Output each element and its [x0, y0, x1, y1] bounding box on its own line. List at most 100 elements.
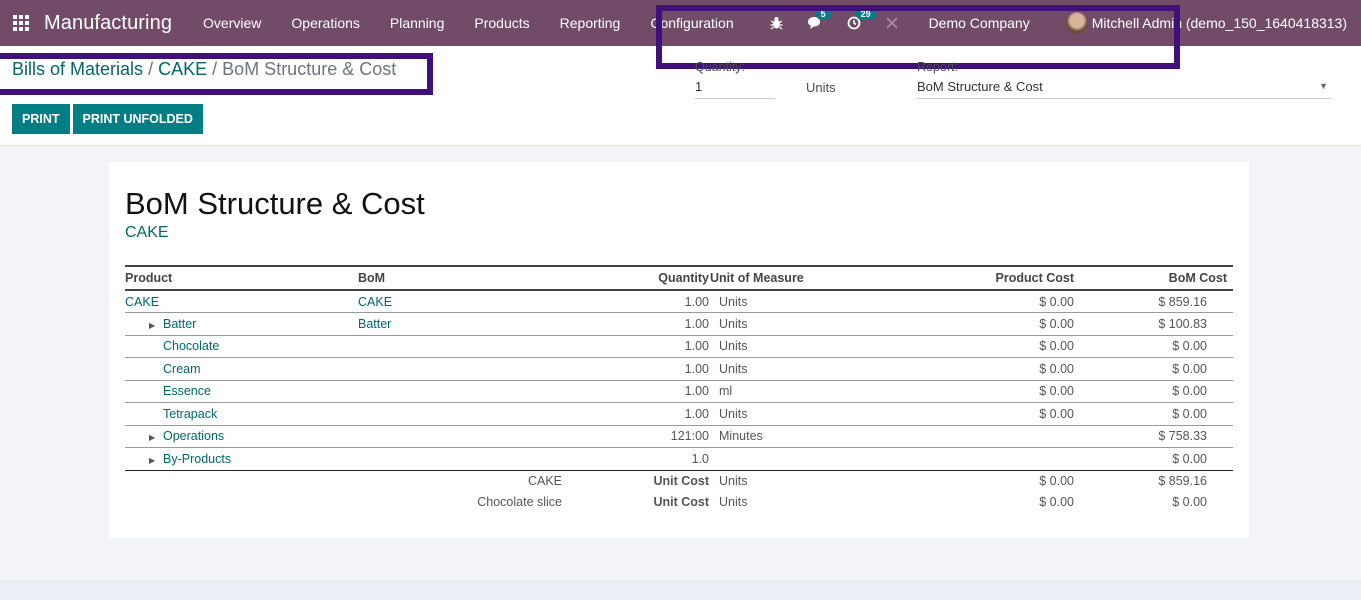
bom-table: Product BoM Quantity Unit of Measure Pro…: [125, 265, 1233, 512]
cell-quantity: 1.00: [578, 335, 709, 358]
footer-uom: Units: [719, 473, 748, 488]
table-row: Cream 1.00 Units $ 0.00 $ 0.00: [125, 357, 1233, 381]
product-link[interactable]: Operations: [163, 429, 224, 443]
cell-bom: Batter: [358, 312, 578, 336]
cell-bom-cost: $ 758.33: [1074, 425, 1233, 448]
product-link[interactable]: CAKE: [125, 295, 159, 309]
cell-bom-cost: $ 0.00: [1074, 447, 1233, 471]
menu-overview[interactable]: Overview: [188, 15, 276, 31]
cell-quantity: 1.0: [578, 447, 709, 471]
product-link[interactable]: Chocolate: [163, 339, 219, 353]
bom-link[interactable]: CAKE: [358, 295, 392, 309]
apps-menu-icon[interactable]: [12, 14, 30, 32]
product-link[interactable]: By-Products: [163, 452, 231, 466]
cell-bom-cost: $ 0.00: [1074, 335, 1233, 358]
report-product[interactable]: CAKE: [125, 224, 169, 242]
col-product: Product: [125, 265, 358, 291]
cell-uom: Units: [709, 290, 959, 313]
quantity-input[interactable]: 1: [695, 79, 775, 99]
print-button[interactable]: PRINT: [12, 104, 70, 134]
cell-bom-cost: $ 0.00: [1074, 380, 1233, 403]
bom-link[interactable]: Batter: [358, 317, 391, 331]
menu-planning[interactable]: Planning: [375, 15, 460, 31]
cell-quantity: 1.00: [578, 357, 709, 381]
footer-row: CAKE Unit Cost Units $ 0.00 $ 859.16: [125, 470, 1233, 491]
breadcrumb-cake[interactable]: CAKE: [158, 59, 207, 79]
dropdown-caret-icon: ▼: [1319, 81, 1328, 91]
cell-product: ▶ Batter: [125, 312, 358, 336]
menu-operations[interactable]: Operations: [276, 15, 374, 31]
footer-product-cost: $ 0.00: [1039, 494, 1074, 509]
cell-bom: [358, 380, 578, 403]
col-uom: Unit of Measure: [709, 265, 959, 291]
cell-bom: [358, 335, 578, 358]
cell-quantity: 1.00: [578, 380, 709, 403]
expand-caret-icon[interactable]: ▶: [149, 321, 163, 330]
report-sheet: BoM Structure & Cost CAKE Product BoM Qu…: [109, 162, 1249, 538]
cell-uom: Minutes: [709, 425, 959, 448]
footer-product-name: Chocolate slice: [477, 494, 562, 509]
col-quantity: Quantity: [578, 265, 709, 291]
cell-product-cost: $ 0.00: [959, 380, 1074, 403]
quantity-label: Quantity:: [695, 60, 746, 74]
cell-product-cost: $ 0.00: [959, 312, 1074, 336]
cell-bom-cost: $ 859.16: [1074, 290, 1233, 313]
cell-bom-cost: $ 100.83: [1074, 312, 1233, 336]
cell-uom: Units: [709, 312, 959, 336]
cell-bom: [358, 357, 578, 381]
cell-quantity: 1.00: [578, 402, 709, 426]
menu-products[interactable]: Products: [459, 15, 544, 31]
cell-uom: [709, 447, 959, 471]
cell-uom: ml: [709, 380, 959, 403]
table-row: Essence 1.00 ml $ 0.00 $ 0.00: [125, 380, 1233, 403]
footer-product-name: CAKE: [527, 473, 562, 488]
cell-quantity: 121:00: [578, 425, 709, 448]
cell-bom: [358, 447, 578, 471]
footer-product-cost: $ 0.00: [1039, 473, 1074, 488]
report-select[interactable]: BoM Structure & Cost ▼: [917, 79, 1331, 99]
table-row: Tetrapack 1.00 Units $ 0.00 $ 0.00: [125, 402, 1233, 426]
footer-bom-cost: $ 0.00: [1172, 494, 1207, 509]
product-link[interactable]: Batter: [163, 317, 196, 331]
cell-product-cost: [959, 447, 1074, 471]
cell-product-cost: $ 0.00: [959, 290, 1074, 313]
cell-uom: Units: [709, 402, 959, 426]
cell-product: Essence: [125, 380, 358, 403]
product-link[interactable]: Tetrapack: [163, 407, 217, 421]
col-bom: BoM: [358, 265, 578, 291]
expand-caret-icon[interactable]: ▶: [149, 456, 163, 465]
cell-product-cost: $ 0.00: [959, 402, 1074, 426]
footer-unit-cost-label: Unit Cost: [653, 473, 709, 488]
print-unfolded-button[interactable]: PRINT UNFOLDED: [72, 104, 203, 134]
cell-product: CAKE: [125, 290, 358, 313]
table-row: ▶ Operations 121:00 Minutes $ 758.33: [125, 425, 1233, 448]
cell-product-cost: [959, 425, 1074, 448]
cell-product: Chocolate: [125, 335, 358, 358]
action-buttons: PRINT PRINT UNFOLDED: [12, 104, 206, 134]
expand-caret-icon[interactable]: ▶: [149, 433, 163, 442]
col-product-cost: Product Cost: [959, 265, 1074, 291]
breadcrumb: Bills of Materials / CAKE / BoM Structur…: [12, 59, 396, 80]
footer-row: Chocolate slice Unit Cost Units $ 0.00 $ 0.0…: [125, 491, 1233, 512]
col-bom-cost: BoM Cost: [1074, 265, 1233, 291]
footer-uom: Units: [719, 494, 748, 509]
breadcrumb-active: BoM Structure & Cost: [222, 59, 397, 79]
cell-product: Tetrapack: [125, 402, 358, 426]
cell-product-cost: $ 0.00: [959, 335, 1074, 358]
cell-bom: CAKE: [358, 290, 578, 313]
app-name[interactable]: Manufacturing: [44, 12, 172, 35]
table-header-row: Product BoM Quantity Unit of Measure Pro…: [125, 265, 1233, 291]
breadcrumb-bills-of-materials[interactable]: Bills of Materials: [12, 59, 143, 79]
quantity-units-label: Units: [806, 80, 836, 95]
cell-product: Cream: [125, 357, 358, 381]
page-bottom-band: [0, 580, 1361, 600]
product-link[interactable]: Essence: [163, 384, 211, 398]
cell-uom: Units: [709, 357, 959, 381]
report-select-value: BoM Structure & Cost: [917, 79, 1043, 94]
table-row: ▶ By-Products 1.0 $ 0.00: [125, 447, 1233, 471]
table-row: Chocolate 1.00 Units $ 0.00 $ 0.00: [125, 335, 1233, 358]
menu-reporting[interactable]: Reporting: [545, 15, 636, 31]
cell-uom: Units: [709, 335, 959, 358]
product-link[interactable]: Cream: [163, 362, 201, 376]
breadcrumb-separator: /: [148, 59, 154, 79]
